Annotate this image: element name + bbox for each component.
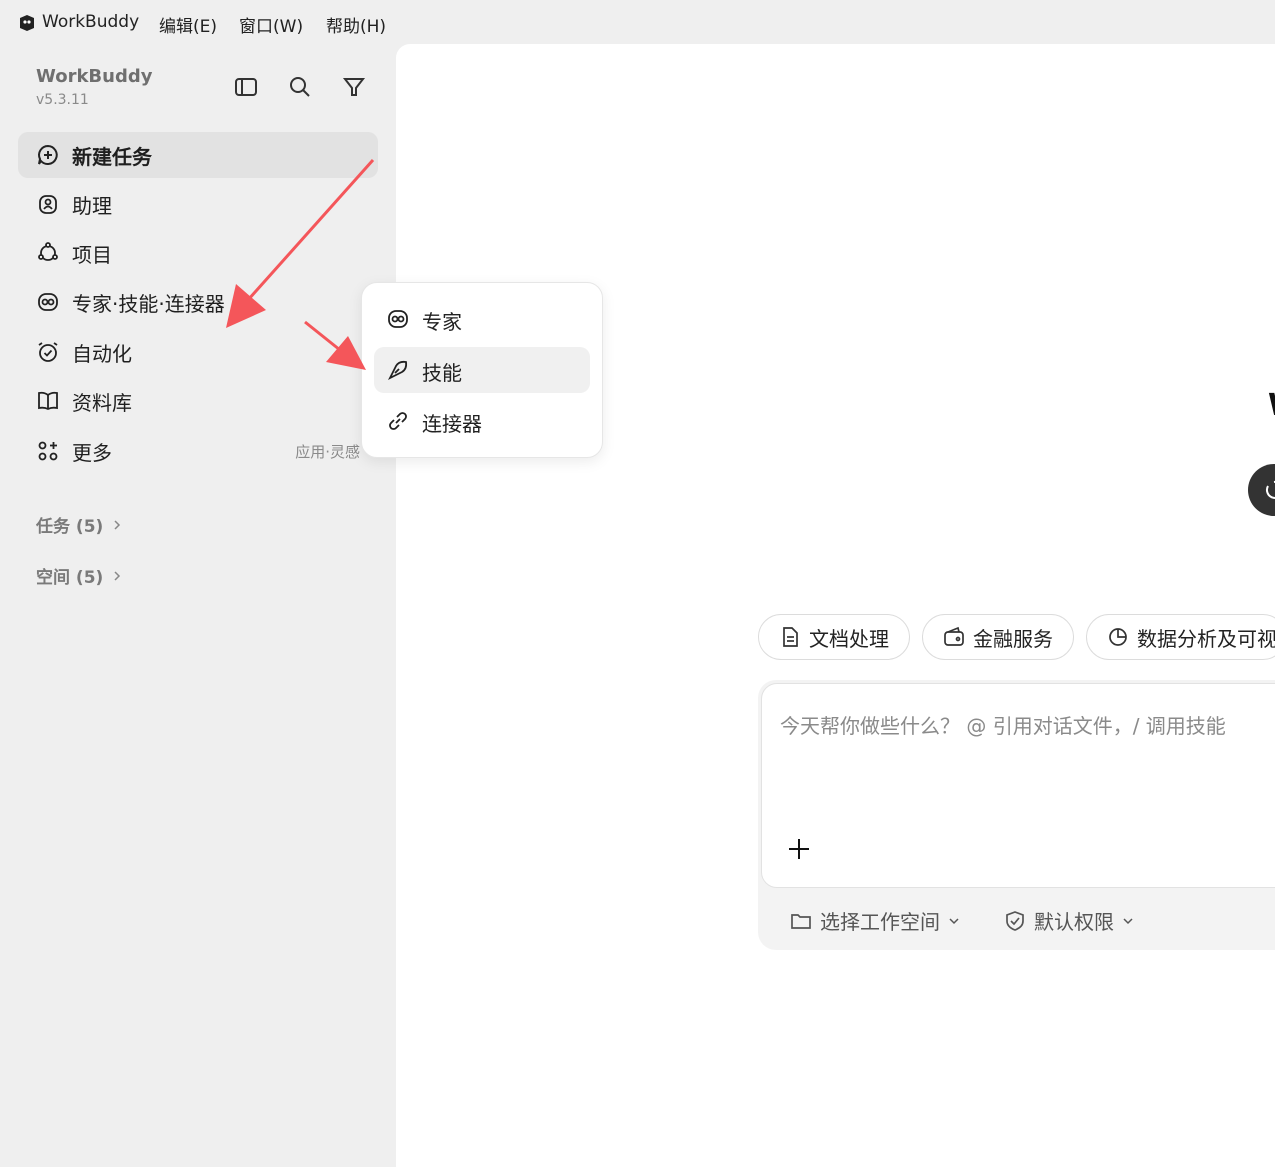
chevron-right-icon [114,570,121,581]
permission-select[interactable]: 默认权限 [1004,906,1134,935]
pie-chart-icon [1109,628,1127,646]
chip-label: 数据分析及可视 [1137,626,1275,651]
menu-bar: WorkBuddy 编辑(E) 窗口(W) 帮助(H) [0,0,1275,44]
filter-icon[interactable] [341,74,367,100]
chip-finance[interactable]: 金融服务 [922,614,1074,660]
popup-item-expert[interactable]: 专家 [374,296,590,342]
project-icon [38,242,58,261]
workspace-select[interactable]: 选择工作空间 [790,906,960,935]
expert-icon [38,293,58,311]
sidebar-item-new-task[interactable]: 新建任务 [18,132,378,178]
popup-item-label: 技能 [422,361,462,385]
sidebar-item-label: 项目 [72,242,112,267]
group-label: 任务 (5) [36,517,104,537]
sidebar: WorkBuddy v5.3.11 新建任务 助理 项目 专家·技能·连接器 自… [0,44,396,1167]
assistant-icon [39,195,57,214]
prompt-placeholder: 今天帮你做些什么？ @ 引用对话文件，/ 调用技能 [780,714,1226,738]
skill-icon [387,360,408,381]
sidebar-item-label: 自动化 [72,341,132,366]
sidebar-item-project[interactable]: 项目 [18,230,378,276]
expert-icon [388,310,408,328]
app-logo-icon [20,15,34,31]
sidebar-item-label: 专家·技能·连接器 [72,291,225,316]
sidebar-item-more[interactable]: 更多 应用·灵感 [18,428,378,474]
sidebar-item-label: 新建任务 [72,144,152,169]
chevron-down-icon [949,917,959,924]
brand-name: WorkBuddy [36,66,153,87]
chevron-right-icon [114,519,121,530]
menu-edit[interactable]: 编辑(E) [159,12,217,37]
sidebar-item-library[interactable]: 资料库 [18,378,378,424]
version-label: v5.3.11 [36,92,89,108]
search-icon[interactable] [287,74,313,100]
sidebar-toggle-icon[interactable] [233,74,259,100]
wallet-icon [944,626,964,646]
grid-icon [38,441,58,461]
group-spaces[interactable]: 空间 (5) [36,563,123,588]
group-tasks[interactable]: 任务 (5) [36,512,123,537]
group-label: 空间 (5) [36,568,104,588]
prompt-input[interactable]: 今天帮你做些什么？ @ 引用对话文件，/ 调用技能 [761,683,1275,888]
shield-check-icon [1006,910,1024,931]
refresh-button[interactable] [1248,464,1275,516]
main-panel: W 文档处理 金融服务 数据分析及可视 今天帮你做些什么？ @ 引用对话文件，/… [396,44,1275,1167]
sidebar-item-label: 助理 [72,193,112,218]
chip-label: 金融服务 [973,626,1053,651]
menu-help[interactable]: 帮助(H) [326,12,386,37]
welcome-title-partial: W [1268,388,1275,423]
sidebar-item-assistant[interactable]: 助理 [18,181,378,227]
sidebar-item-expert-skill-connector[interactable]: 专家·技能·连接器 [18,279,378,325]
popup-item-label: 专家 [422,310,462,334]
sidebar-item-label: 资料库 [72,390,132,415]
more-extra-label: 应用·灵感 [295,442,360,461]
composer: 今天帮你做些什么？ @ 引用对话文件，/ 调用技能 选择工作空间 默认权限 [758,680,1275,950]
new-task-icon [38,144,58,165]
sidebar-item-automation[interactable]: 自动化 [18,329,378,375]
expert-skill-connector-popup: 专家 技能 连接器 [361,282,603,458]
popup-item-skill[interactable]: 技能 [374,347,590,393]
add-attachment-icon[interactable] [786,836,812,862]
workspace-label: 选择工作空间 [820,910,940,934]
folder-icon [791,913,811,929]
alarm-clock-icon [38,342,58,362]
link-icon [389,412,407,430]
refresh-icon [1265,480,1275,499]
permission-label: 默认权限 [1034,910,1114,934]
popup-item-connector[interactable]: 连接器 [374,398,590,444]
app-name: WorkBuddy [42,12,140,32]
menu-window[interactable]: 窗口(W) [239,12,303,37]
book-icon [38,391,58,411]
chip-data-analysis[interactable]: 数据分析及可视 [1086,614,1275,660]
chevron-down-icon [1123,917,1133,924]
popup-item-label: 连接器 [422,412,482,436]
chip-label: 文档处理 [809,626,889,651]
document-icon [783,627,798,647]
sidebar-item-label: 更多 [72,440,112,465]
chip-document[interactable]: 文档处理 [758,614,910,660]
